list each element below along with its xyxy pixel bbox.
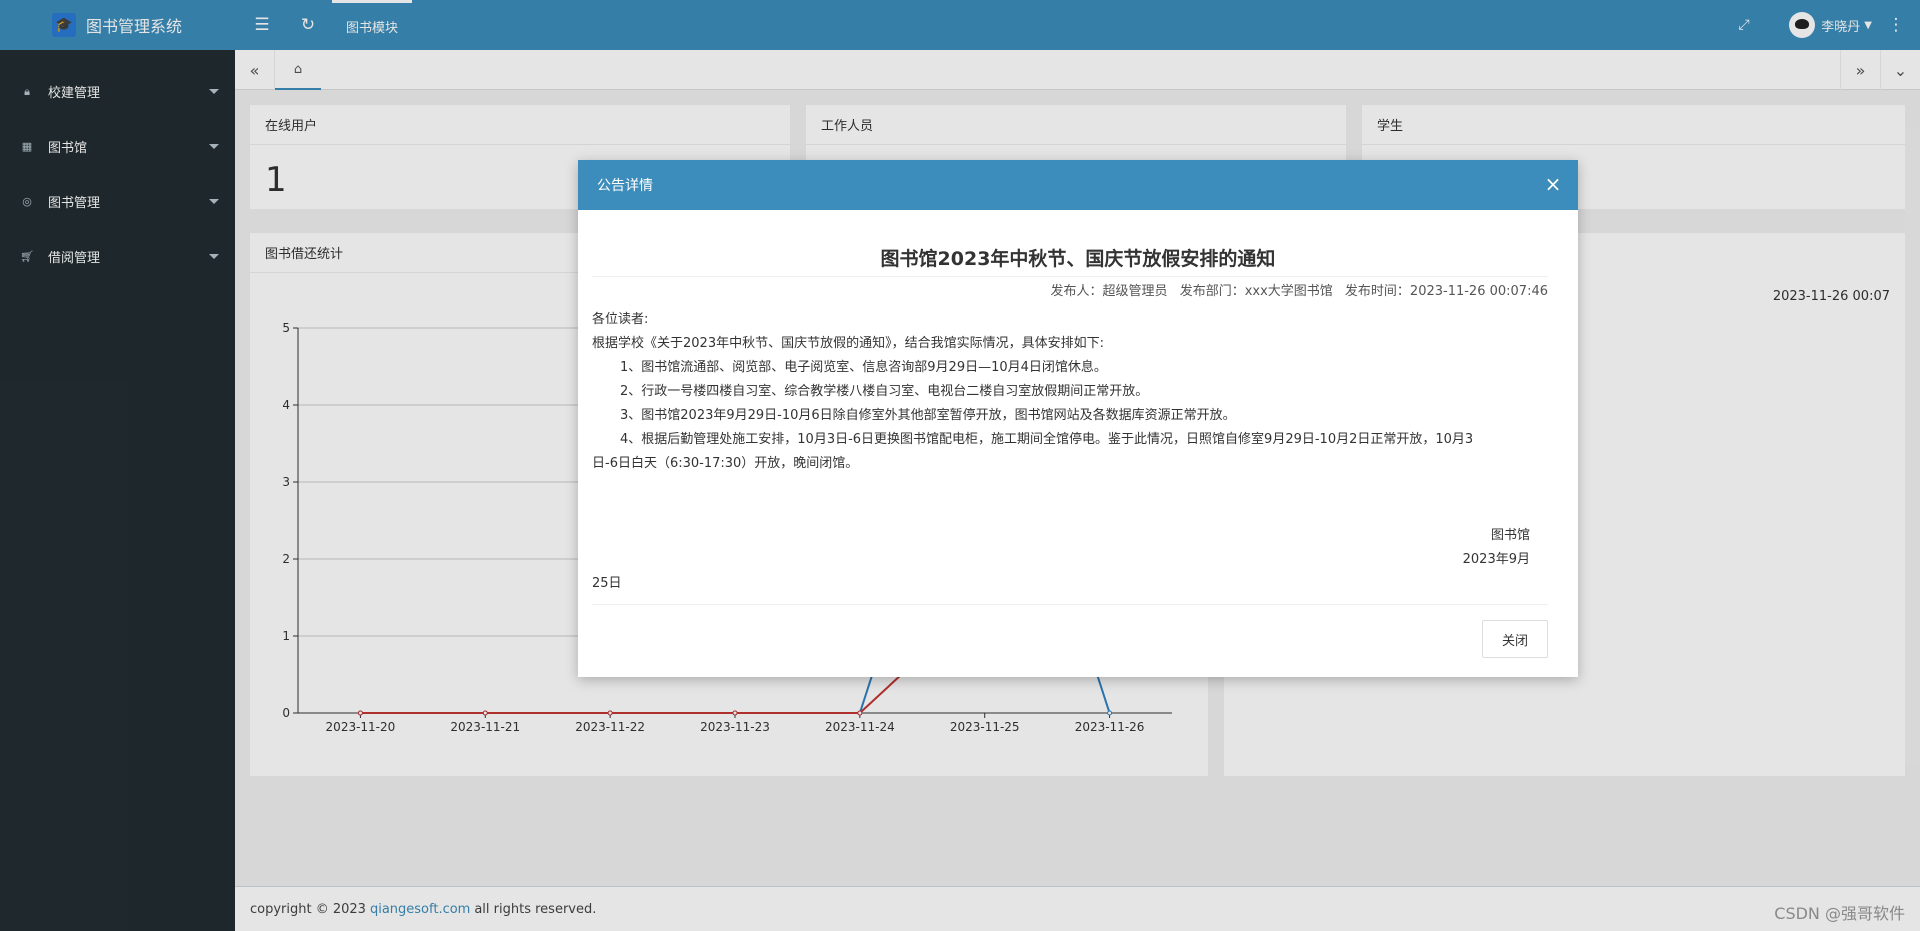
divider — [592, 276, 1548, 277]
sign-day: 25日 — [592, 576, 622, 591]
notice-greeting: 各位读者: — [592, 312, 649, 327]
notice-item: 2、行政一号楼四楼自习室、综合教学楼八楼自习室、电视台二楼自习室放假期间正常开放… — [620, 384, 1149, 399]
sign-org: 图书馆 — [1490, 528, 1530, 543]
notice-modal: 公告详情 × 图书馆2023年中秋节、国庆节放假安排的通知 发布人：超级管理员 … — [578, 160, 1578, 677]
notice-body: 各位读者: 根据学校《关于2023年中秋节、国庆节放假的通知》，结合我馆实际情况… — [592, 308, 1532, 476]
notice-publisher: 发布人：超级管理员 — [1050, 284, 1168, 299]
modal-header: 公告详情 × — [578, 160, 1578, 210]
notice-item: 4、根据后勤管理处施工安排，10月3日-6日更换图书馆配电柜，施工期间全馆停电。… — [620, 432, 1474, 447]
modal-title: 公告详情 — [597, 178, 653, 194]
notice-department: 发布部门：xxx大学图书馆 — [1179, 284, 1333, 299]
notice-item-continued: 日-6日白天（6:30-17:30）开放，晚间闭馆。 — [592, 456, 859, 471]
notice-intro: 根据学校《关于2023年中秋节、国庆节放假的通知》，结合我馆实际情况，具体安排如… — [592, 336, 1104, 351]
close-icon[interactable]: × — [1542, 172, 1564, 196]
notice-time: 发布时间：2023-11-26 00:07:46 — [1344, 284, 1548, 299]
close-button[interactable]: 关闭 — [1482, 620, 1548, 658]
notice-title: 图书馆2023年中秋节、国庆节放假安排的通知 — [880, 248, 1276, 270]
modal-footer-divider — [592, 604, 1548, 605]
notice-item: 3、图书馆2023年9月29日-10月6日除自修室外其他部室暂停开放，图书馆网站… — [620, 408, 1236, 423]
sign-date: 2023年9月 — [1462, 552, 1530, 567]
notice-meta: 发布人：超级管理员 发布部门：xxx大学图书馆 发布时间：2023-11-26 … — [1043, 280, 1548, 299]
notice-item: 1、图书馆流通部、阅览部、电子阅览室、信息咨询部9月29日—10月4日闭馆休息。 — [620, 360, 1107, 375]
